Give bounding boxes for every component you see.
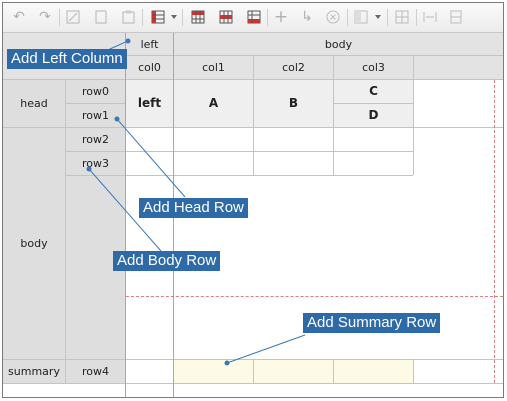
callout-add-summary-row: Add Summary Row <box>303 313 441 333</box>
table-designer: ↶ ↷ + ↳ left body col0 col1 col2 col3 he… <box>2 2 504 398</box>
callout-add-body-row: Add Body Row <box>113 251 221 271</box>
callout-add-head-row: Add Head Row <box>139 198 248 218</box>
callout-add-left-column: Add Left Column <box>7 49 127 69</box>
